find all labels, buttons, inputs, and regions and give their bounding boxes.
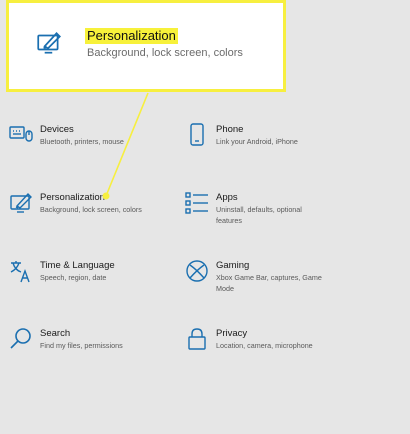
tile-description: Location, camera, microphone bbox=[216, 341, 313, 350]
tile-description: Speech, region, date bbox=[40, 273, 107, 282]
keyboard-icon bbox=[8, 122, 34, 148]
settings-tile-privacy[interactable]: Privacy Location, camera, microphone bbox=[184, 326, 313, 352]
settings-tile-devices[interactable]: Devices Bluetooth, printers, mouse bbox=[8, 122, 124, 148]
tile-description: Find my files, permissions bbox=[40, 341, 123, 350]
search-icon bbox=[8, 326, 34, 352]
settings-tile-apps[interactable]: Apps Uninstall, defaults, optional featu… bbox=[184, 190, 302, 226]
xbox-icon bbox=[184, 258, 210, 284]
personalization-icon bbox=[35, 29, 63, 57]
tile-description: Link your Android, iPhone bbox=[216, 137, 298, 146]
phone-icon bbox=[184, 122, 210, 148]
zoom-callout: Personalization Background, lock screen,… bbox=[6, 0, 286, 92]
tile-name: Search bbox=[40, 328, 71, 339]
tile-name: Time & Language bbox=[40, 260, 115, 271]
settings-tile-personalization[interactable]: Personalization Background, lock screen,… bbox=[8, 190, 142, 216]
settings-tile-phone[interactable]: Phone Link your Android, iPhone bbox=[184, 122, 298, 148]
personalization-icon bbox=[8, 190, 34, 216]
tile-description-line2: features bbox=[216, 216, 242, 225]
tile-name: Gaming bbox=[216, 260, 250, 271]
tile-description: Background, lock screen, colors bbox=[40, 205, 142, 214]
settings-tile-time-language[interactable]: Time & Language Speech, region, date bbox=[8, 258, 115, 284]
tile-description: Xbox Game Bar, captures, Game bbox=[216, 273, 322, 282]
tile-description: Uninstall, defaults, optional bbox=[216, 205, 302, 214]
callout-title: Personalization bbox=[85, 28, 178, 44]
apps-list-icon bbox=[184, 190, 210, 216]
settings-tile-search[interactable]: Search Find my files, permissions bbox=[8, 326, 123, 352]
time-language-icon bbox=[8, 258, 34, 284]
callout-description: Background, lock screen, colors bbox=[87, 47, 243, 59]
tile-name: Apps bbox=[216, 192, 238, 203]
tile-description-line2: Mode bbox=[216, 284, 234, 293]
tile-name: Privacy bbox=[216, 328, 248, 339]
tile-name: Phone bbox=[216, 124, 244, 135]
tile-description: Bluetooth, printers, mouse bbox=[40, 137, 124, 146]
tile-name: Devices bbox=[40, 124, 74, 135]
settings-tile-gaming[interactable]: Gaming Xbox Game Bar, captures, Game Mod… bbox=[184, 258, 322, 294]
tile-name: Personalization bbox=[40, 192, 105, 203]
lock-icon bbox=[184, 326, 210, 352]
